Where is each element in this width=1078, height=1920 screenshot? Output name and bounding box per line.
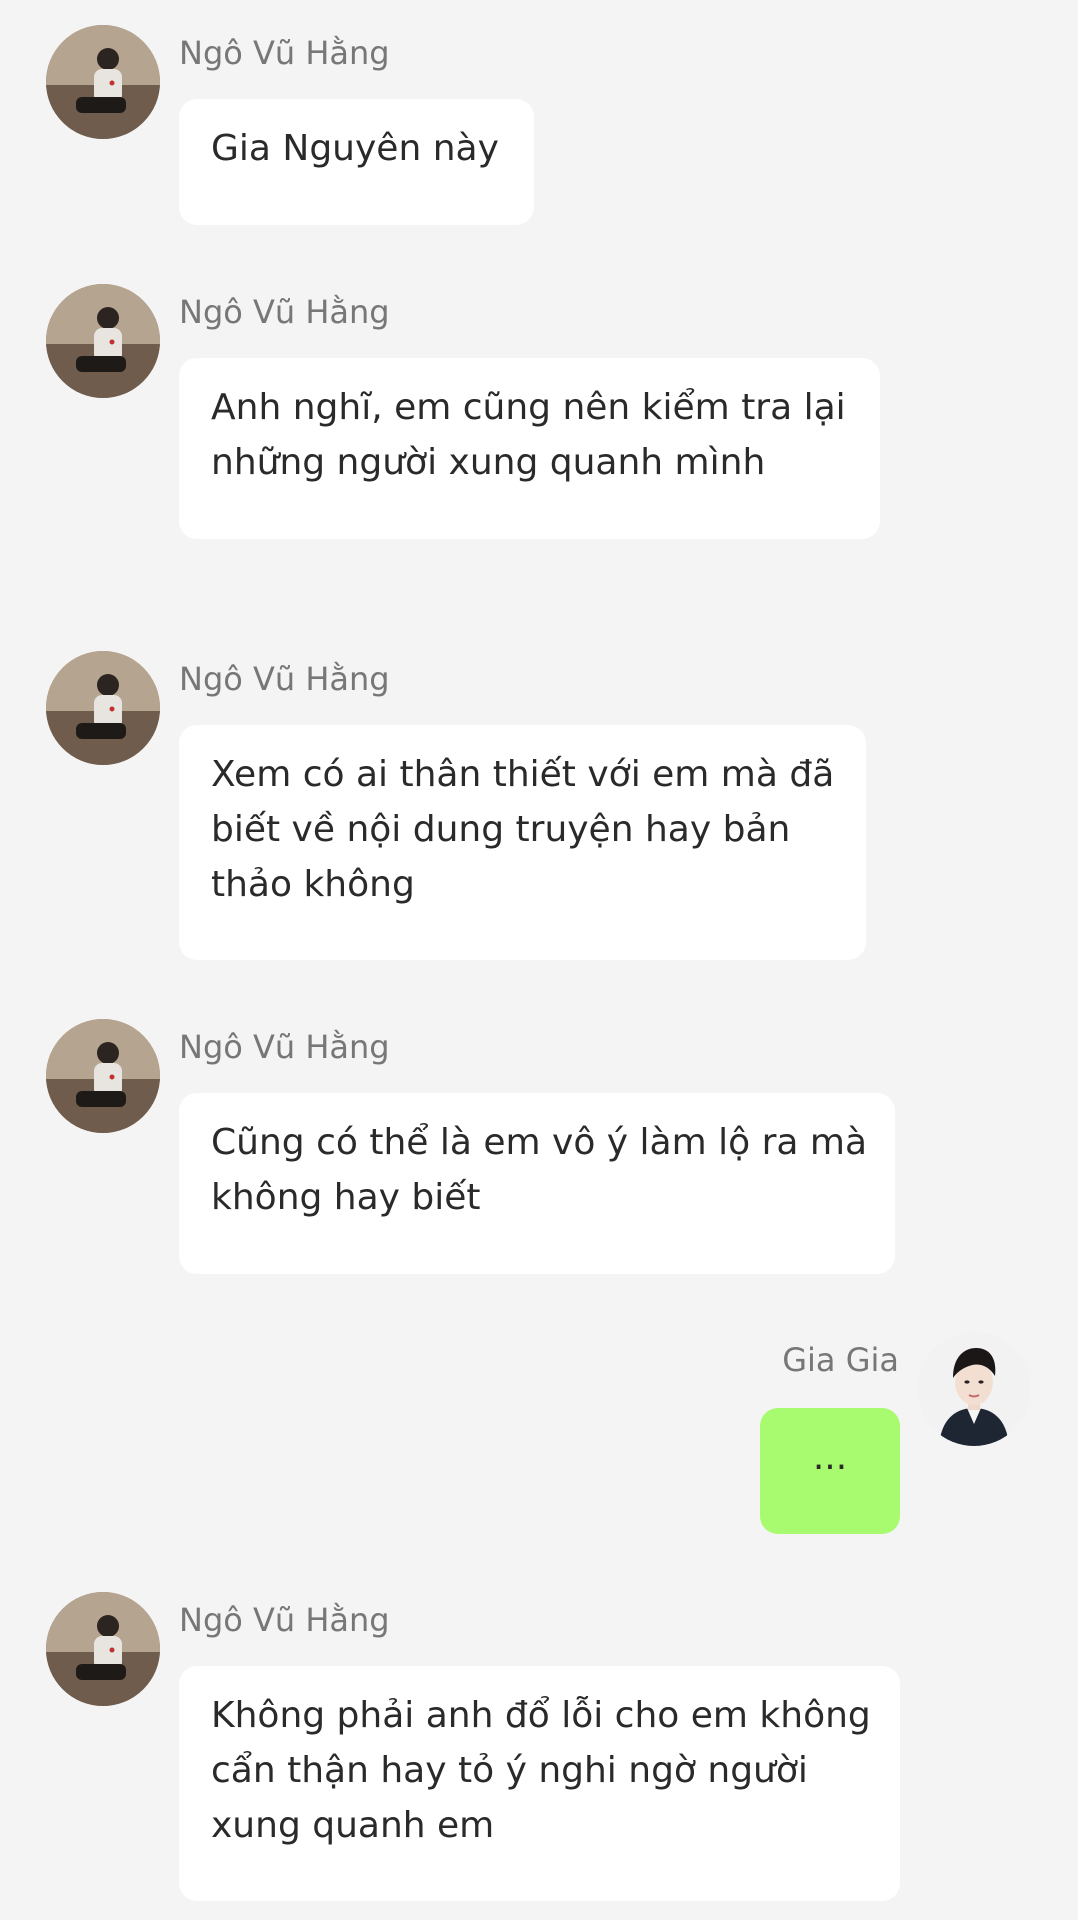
sender-avatar[interactable] <box>46 284 160 398</box>
sender-name: Ngô Vũ Hằng <box>179 660 390 698</box>
message-text: cẩn thận hay tỏ ý nghi ngờ người <box>211 1750 808 1791</box>
sender-avatar[interactable] <box>46 1019 160 1133</box>
avatar-photo-icon <box>46 1592 160 1706</box>
message-text: Anh nghĩ, em cũng nên kiểm tra lại <box>211 387 846 428</box>
message-text: xung quanh em <box>211 1805 495 1846</box>
chat-view: Ngô Vũ Hằng Gia Nguyên này Ngô Vũ Hằng A… <box>0 0 1078 1920</box>
message-bubble[interactable]: Xem có ai thân thiết với em mà đã biết v… <box>179 725 866 960</box>
sender-name: Ngô Vũ Hằng <box>179 1028 390 1066</box>
avatar-photo-icon <box>46 25 160 139</box>
sender-name: Gia Gia <box>782 1341 899 1379</box>
message-text: biết về nội dung truyện hay bản <box>211 809 791 850</box>
sender-name: Ngô Vũ Hằng <box>179 1601 390 1639</box>
user-avatar[interactable] <box>917 1332 1031 1446</box>
message-bubble[interactable]: Gia Nguyên này <box>179 99 534 225</box>
sender-avatar[interactable] <box>46 651 160 765</box>
message-text: Xem có ai thân thiết với em mà đã <box>211 754 835 795</box>
avatar-portrait-icon <box>917 1332 1031 1446</box>
message-text: những người xung quanh mình <box>211 442 766 483</box>
message-text: không hay biết <box>211 1177 481 1218</box>
sender-name: Ngô Vũ Hằng <box>179 293 390 331</box>
avatar-photo-icon <box>46 284 160 398</box>
message-text: Gia Nguyên này <box>211 128 499 169</box>
message-text: Không phải anh đổ lỗi cho em không <box>211 1695 871 1736</box>
message-text: Cũng có thể là em vô ý làm lộ ra mà <box>211 1122 868 1163</box>
message-bubble[interactable]: Không phải anh đổ lỗi cho em không cẩn t… <box>179 1666 900 1901</box>
avatar-photo-icon <box>46 1019 160 1133</box>
sender-avatar[interactable] <box>46 25 160 139</box>
message-bubble[interactable]: Anh nghĩ, em cũng nên kiểm tra lại những… <box>179 358 880 539</box>
message-bubble[interactable]: ... <box>760 1408 900 1534</box>
message-bubble[interactable]: Cũng có thể là em vô ý làm lộ ra mà khôn… <box>179 1093 895 1274</box>
message-text: thảo không <box>211 864 415 905</box>
avatar-photo-icon <box>46 651 160 765</box>
sender-name: Ngô Vũ Hằng <box>179 34 390 72</box>
sender-avatar[interactable] <box>46 1592 160 1706</box>
message-text: ... <box>812 1437 848 1478</box>
